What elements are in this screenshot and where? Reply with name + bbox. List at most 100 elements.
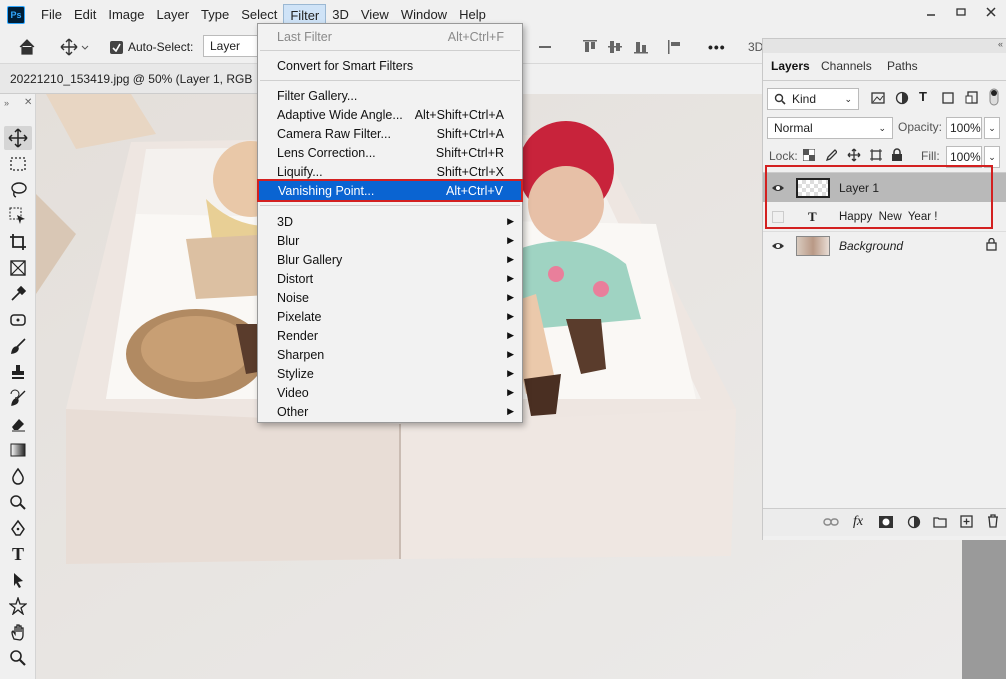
history-brush-icon[interactable] bbox=[4, 386, 32, 410]
tab-paths[interactable]: Paths bbox=[879, 53, 926, 80]
menu-item-distort[interactable]: Distort ▶ bbox=[258, 269, 522, 288]
close-icon[interactable] bbox=[976, 0, 1006, 24]
pen-icon[interactable] bbox=[4, 516, 32, 540]
lock-artboard-icon[interactable] bbox=[869, 148, 883, 165]
menu-item-blur[interactable]: Blur ▶ bbox=[258, 231, 522, 250]
eyedropper-icon[interactable] bbox=[4, 282, 32, 306]
tab-channels[interactable]: Channels bbox=[813, 53, 880, 80]
filter-shape-icon[interactable] bbox=[941, 91, 955, 108]
submenu-arrow-icon: ▶ bbox=[507, 368, 514, 378]
submenu-arrow-icon: ▶ bbox=[507, 349, 514, 359]
move-tool-preset-icon[interactable] bbox=[60, 37, 90, 57]
blur-icon[interactable] bbox=[4, 464, 32, 488]
align-bottom-edges-icon[interactable] bbox=[633, 37, 649, 57]
collapse-toolbar-icon[interactable]: » bbox=[4, 98, 9, 108]
menu-item-liquify[interactable]: Liquify... Shift+Ctrl+X bbox=[258, 162, 522, 181]
shape-icon[interactable] bbox=[4, 594, 32, 618]
align-top-icon[interactable] bbox=[538, 37, 552, 57]
filter-adjustment-icon[interactable] bbox=[895, 91, 909, 108]
type-icon[interactable]: T bbox=[4, 542, 32, 566]
menu-item-vanishing-point[interactable]: Vanishing Point... Alt+Ctrl+V bbox=[257, 179, 523, 202]
menu-item-blur-gallery[interactable]: Blur Gallery ▶ bbox=[258, 250, 522, 269]
visibility-eye-icon[interactable] bbox=[771, 239, 785, 253]
menu-file[interactable]: File bbox=[35, 4, 68, 26]
home-icon[interactable] bbox=[18, 37, 36, 57]
submenu-arrow-icon: ▶ bbox=[507, 235, 514, 245]
filter-toggle-icon[interactable] bbox=[989, 88, 999, 109]
search-icon bbox=[774, 93, 786, 105]
menu-item-stylize[interactable]: Stylize ▶ bbox=[258, 364, 522, 383]
auto-select-checkbox[interactable]: Auto-Select: bbox=[110, 37, 193, 57]
lock-transparent-icon[interactable] bbox=[802, 148, 816, 164]
lock-position-icon[interactable] bbox=[847, 148, 861, 165]
gradient-icon[interactable] bbox=[4, 438, 32, 462]
menu-item-filter-gallery[interactable]: Filter Gallery... bbox=[258, 86, 522, 105]
object-select-icon[interactable] bbox=[4, 204, 32, 228]
opacity-input[interactable]: 100% bbox=[946, 117, 982, 139]
align-top-edges-icon[interactable] bbox=[582, 37, 598, 57]
menu-item-noise[interactable]: Noise ▶ bbox=[258, 288, 522, 307]
dodge-icon[interactable] bbox=[4, 490, 32, 514]
healing-icon[interactable] bbox=[4, 308, 32, 332]
menu-item-render[interactable]: Render ▶ bbox=[258, 326, 522, 345]
frame-icon[interactable] bbox=[4, 256, 32, 280]
folder-icon[interactable] bbox=[933, 516, 947, 531]
close-toolbar-icon[interactable]: ✕ bbox=[24, 97, 32, 108]
opacity-chevron-icon[interactable]: ⌄ bbox=[984, 117, 1000, 139]
filter-type-icon[interactable]: T bbox=[919, 89, 927, 104]
panel-header: « bbox=[763, 39, 1006, 53]
layers-footer: fx bbox=[763, 508, 1006, 536]
window-controls bbox=[916, 0, 1006, 24]
fx-icon[interactable]: fx bbox=[853, 514, 863, 530]
new-layer-icon[interactable] bbox=[960, 515, 973, 531]
lock-all-icon[interactable] bbox=[891, 148, 903, 165]
lock-image-icon[interactable] bbox=[825, 149, 838, 164]
align-left-edges-icon[interactable] bbox=[667, 37, 683, 57]
menu-layer[interactable]: Layer bbox=[151, 4, 196, 26]
panel-collapse-icon[interactable]: « bbox=[998, 39, 1003, 49]
align-vertical-centers-icon[interactable] bbox=[607, 37, 623, 57]
move-icon[interactable] bbox=[4, 126, 32, 150]
filter-smart-object-icon[interactable] bbox=[965, 91, 979, 108]
layer-filter-kind-dropdown[interactable]: Kind ⌄ bbox=[767, 88, 859, 110]
stamp-icon[interactable] bbox=[4, 360, 32, 384]
menu-item-3d[interactable]: 3D ▶ bbox=[258, 212, 522, 231]
menu-item-camera-raw-filter[interactable]: Camera Raw Filter... Shift+Ctrl+A bbox=[258, 124, 522, 143]
menu-type[interactable]: Type bbox=[195, 4, 235, 26]
menu-item-convert-smart-filters[interactable]: Convert for Smart Filters bbox=[258, 56, 522, 75]
menu-item-sharpen[interactable]: Sharpen ▶ bbox=[258, 345, 522, 364]
submenu-arrow-icon: ▶ bbox=[507, 254, 514, 264]
mask-icon[interactable] bbox=[879, 516, 893, 531]
checkbox-checked-icon bbox=[110, 40, 123, 54]
menu-item-pixelate[interactable]: Pixelate ▶ bbox=[258, 307, 522, 326]
marquee-icon[interactable] bbox=[4, 152, 32, 176]
layer-row-background[interactable]: Background bbox=[763, 231, 1006, 260]
menu-item-adaptive-wide-angle[interactable]: Adaptive Wide Angle... Alt+Shift+Ctrl+A bbox=[258, 105, 522, 124]
menu-edit[interactable]: Edit bbox=[68, 4, 102, 26]
menu-item-video[interactable]: Video ▶ bbox=[258, 383, 522, 402]
hand-icon[interactable] bbox=[4, 620, 32, 644]
eraser-icon[interactable] bbox=[4, 412, 32, 436]
path-select-icon[interactable] bbox=[4, 568, 32, 592]
blend-mode-dropdown[interactable]: Normal ⌄ bbox=[767, 117, 893, 139]
more-options-button[interactable]: ••• bbox=[708, 37, 726, 57]
tab-layers[interactable]: Layers bbox=[763, 53, 818, 80]
restore-icon[interactable] bbox=[946, 0, 976, 24]
filter-pixel-icon[interactable] bbox=[871, 91, 885, 108]
layers-panel: « Layers Channels Paths Kind ⌄ T Normal … bbox=[762, 38, 1006, 540]
background-thumbnail bbox=[796, 236, 830, 256]
crop-icon[interactable] bbox=[4, 230, 32, 254]
link-icon[interactable] bbox=[823, 516, 839, 531]
zoom-icon[interactable] bbox=[4, 646, 32, 670]
document-tab[interactable]: 20221210_153419.jpg @ 50% (Layer 1, RGB bbox=[0, 64, 264, 94]
minimize-icon[interactable] bbox=[916, 0, 946, 24]
menu-item-lens-correction[interactable]: Lens Correction... Shift+Ctrl+R bbox=[258, 143, 522, 162]
brush-icon[interactable] bbox=[4, 334, 32, 358]
lock-label: Lock: bbox=[769, 149, 798, 163]
lasso-icon[interactable] bbox=[4, 178, 32, 202]
menu-image[interactable]: Image bbox=[102, 4, 150, 26]
adjustment-icon[interactable] bbox=[907, 515, 921, 532]
menu-item-other[interactable]: Other ▶ bbox=[258, 402, 522, 421]
trash-icon[interactable] bbox=[987, 514, 999, 531]
auto-select-target-dropdown[interactable]: Layer bbox=[203, 35, 261, 57]
